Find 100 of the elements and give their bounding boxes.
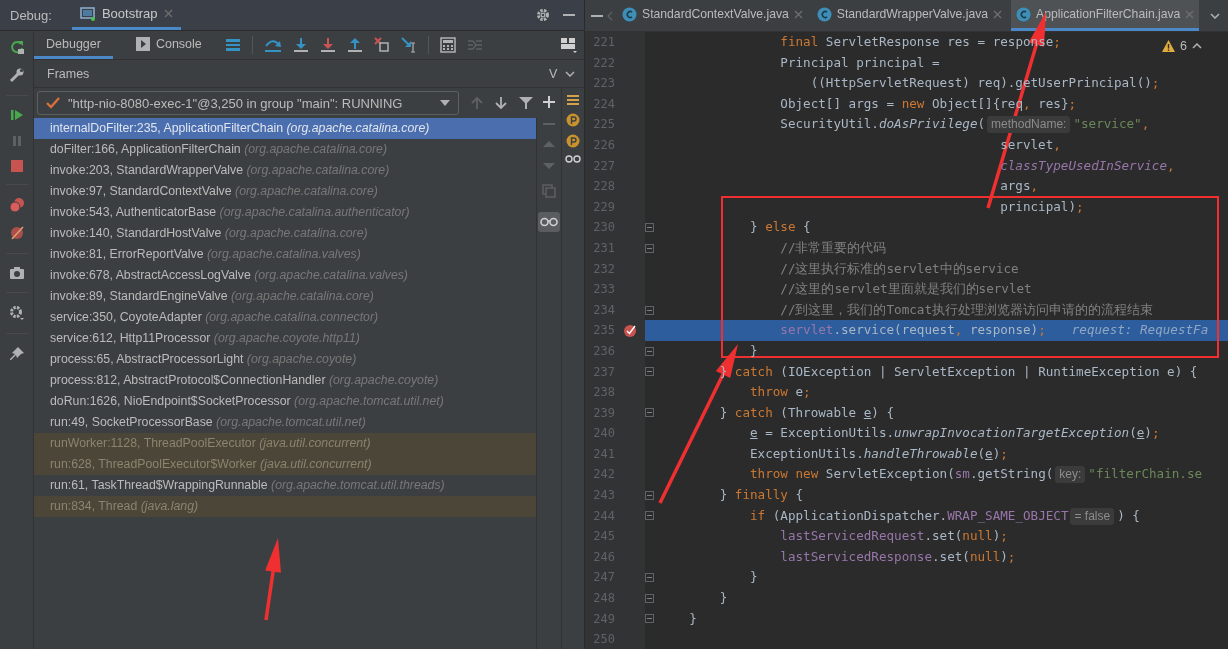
stack-frame[interactable]: run:61, TaskThread$WrappingRunnable (org.apache.tomcat.util.threads) — [34, 475, 536, 496]
code-text: ( — [977, 445, 986, 461]
variable-name: e — [985, 445, 993, 461]
punctuation: ; — [803, 384, 811, 400]
code-text: { — [795, 487, 804, 503]
code-text: .service(request — [833, 322, 955, 338]
code-text: (Throwable — [780, 404, 858, 420]
stack-frame[interactable]: service:350, CoyoteAdapter (org.apache.catalina.connector) — [34, 307, 536, 328]
code-text: { — [803, 219, 811, 235]
keyword: new — [901, 95, 925, 111]
code-text: ( — [977, 116, 986, 132]
punctuation: , — [1141, 116, 1150, 132]
field-name: servlet — [780, 322, 834, 338]
stack-frame[interactable]: run:49, SocketProcessorBase (org.apache.tomcat.util.net) — [34, 412, 536, 433]
view-tab[interactable]: Debugger — [34, 31, 113, 59]
view-tab[interactable]: Console — [123, 31, 214, 59]
keyword: catch — [734, 363, 773, 379]
parameter-hint: methodName: — [987, 116, 1071, 134]
parameter-hint: key: — [1055, 466, 1086, 484]
file-tab[interactable]: StandardContextValve.java — [617, 0, 808, 31]
keyword: finally — [734, 487, 788, 503]
code-text: } — [750, 342, 758, 358]
method-name: unwrapInvocationTargetException — [894, 425, 1130, 441]
code-text: ExceptionUtils. — [750, 445, 864, 461]
run-tab[interactable]: Bootstrap — [71, 0, 181, 30]
keyword: throw new — [750, 466, 819, 482]
field-name: sm — [954, 466, 970, 482]
punctuation: , — [1023, 95, 1031, 111]
stack-frame[interactable]: process:65, AbstractProcessorLight (org.apache.coyote) — [34, 349, 536, 370]
code-text: .set( — [924, 528, 963, 544]
method-name: handleThrowable — [863, 445, 978, 461]
code-text: } — [719, 487, 729, 503]
punctuation: ; — [1068, 95, 1077, 111]
punctuation: ; — [1151, 425, 1160, 441]
code-text: .set( — [932, 548, 970, 564]
stack-frame[interactable]: invoke:203, StandardWrapperValve (org.apache.catalina.core) — [34, 160, 536, 181]
stack-frame[interactable]: invoke:678, AbstractAccessLogValve (org.apache.catalina.valves) — [34, 265, 536, 286]
punctuation: , — [1167, 157, 1175, 173]
stack-frame[interactable]: service:612, Http11Processor (org.apache.coyote.http11) — [34, 328, 536, 349]
punctuation: , — [954, 322, 963, 338]
stack-frame[interactable]: doRun:1626, NioEndpoint$SocketProcessor (org.apache.tomcat.util.net) — [34, 391, 536, 412]
punctuation: ; — [1000, 528, 1008, 544]
keyword: throw — [750, 384, 788, 400]
code-text: ) — [1144, 425, 1152, 441]
code-text: principal) — [1000, 198, 1077, 214]
keyword: final — [780, 34, 819, 49]
string-literal: "service" — [1073, 116, 1142, 132]
code-text: ServletException( — [825, 466, 955, 482]
code-text: } — [750, 569, 758, 585]
code-text: } — [750, 219, 759, 235]
stack-frame[interactable]: invoke:140, StandardHostValve (org.apache.catalina.core) — [34, 223, 536, 244]
file-tab[interactable]: StandardWrapperValve.java — [811, 0, 1008, 31]
code-text: } — [719, 404, 729, 420]
stack-frame[interactable]: invoke:97, StandardContextValve (org.apache.catalina.core) — [34, 181, 536, 202]
punctuation: ; — [1038, 322, 1046, 338]
code-text: ) — [992, 528, 1001, 544]
file-tab[interactable]: ApplicationFilterChain.java — [1011, 0, 1200, 31]
stack-frame[interactable]: invoke:81, ErrorReportValve (org.apache.catalina.valves) — [34, 244, 536, 265]
variable-name: e — [863, 404, 872, 420]
keyword: if — [750, 507, 766, 523]
keyword: else — [765, 219, 796, 235]
field-name: WRAP_SAME_OBJECT — [947, 507, 1069, 523]
code-comment: //这里的servlet里面就是我们的servlet — [780, 281, 1032, 297]
stack-frame[interactable]: invoke:89, StandardEngineValve (org.apache.catalina.core) — [34, 286, 536, 307]
code-text: } — [689, 610, 697, 626]
code-text: e — [795, 384, 804, 400]
code-comment: //非常重要的代码 — [780, 239, 887, 255]
punctuation: ; — [1053, 34, 1061, 49]
punctuation: ; — [1007, 548, 1016, 564]
thread-dropdown[interactable]: "http-nio-8080-exec-1"@3,250 in group "main": RUNNING — [37, 91, 459, 115]
code-text: ) { — [1117, 507, 1140, 523]
code-text: .getString( — [969, 466, 1054, 482]
code-text: response) — [969, 322, 1039, 338]
punctuation: ; — [1151, 75, 1160, 91]
keyword: null — [962, 528, 993, 544]
punctuation: ; — [1000, 445, 1008, 461]
panel-label: Debug: — [10, 7, 52, 23]
stack-frame[interactable]: internalDoFilter:235, ApplicationFilterChain (org.apache.catalina.core) — [34, 118, 536, 139]
code-text: ( — [1129, 425, 1137, 441]
code-text: } — [719, 363, 729, 379]
stack-frame[interactable]: process:812, AbstractProtocol$ConnectionHandler (org.apache.coyote) — [34, 370, 536, 391]
variable-name: e — [750, 425, 758, 441]
keyword: null — [969, 548, 1001, 564]
warning-count: 6 — [1180, 39, 1187, 53]
code-text: = ExceptionUtils. — [765, 425, 895, 441]
variables-header: V — [549, 66, 558, 81]
punctuation: , — [1053, 136, 1061, 152]
stack-frame[interactable]: invoke:543, AuthenticatorBase (org.apache.catalina.authenticator) — [34, 202, 536, 223]
code-text: Principal principal = — [780, 54, 940, 70]
stack-frame[interactable]: doFilter:166, ApplicationFilterChain (org.apache.catalina.core) — [34, 139, 536, 160]
code-text: Object[] args = — [780, 95, 896, 111]
code-text: res} — [1038, 95, 1069, 111]
code-text: } — [719, 590, 728, 606]
code-text: ) { — [871, 404, 895, 420]
debug-value: request: RequestFa — [1071, 322, 1209, 338]
parameter-hint: = false — [1070, 507, 1115, 525]
string-literal: "filterChain.se — [1088, 466, 1203, 482]
method-name: doAsPrivilege — [878, 116, 978, 132]
punctuation: ; — [1076, 198, 1084, 214]
field-name: lastServicedRequest — [780, 528, 925, 544]
